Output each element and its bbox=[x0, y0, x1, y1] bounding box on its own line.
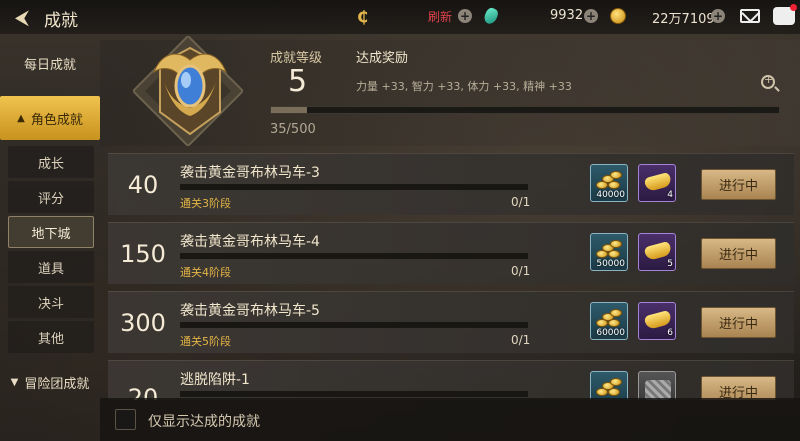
sidebar-sub-rating[interactable]: 评分 bbox=[8, 181, 94, 213]
ingot-reward[interactable]: 6 bbox=[638, 302, 676, 340]
ingot-count: 5 bbox=[667, 259, 673, 269]
in-progress-button[interactable]: 进行中 bbox=[701, 238, 776, 269]
achievement-row: 150 袭击黄金哥布林马车-4 通关4阶段 0/1 50000 5 进行中 bbox=[108, 222, 794, 284]
sidebar-sub-label: 评分 bbox=[37, 191, 64, 207]
gold-amount: 50000 bbox=[596, 259, 625, 269]
achievement-row: 300 袭击黄金哥布林马车-5 通关5阶段 0/1 60000 6 进行中 bbox=[108, 291, 794, 353]
level-value: 5 bbox=[288, 64, 308, 99]
achievement-points: 40 bbox=[127, 171, 159, 199]
sidebar-sub-other[interactable]: 其他 bbox=[8, 321, 94, 353]
back-button[interactable]: ⮜ bbox=[8, 5, 36, 29]
gold-coins-icon bbox=[596, 240, 622, 260]
sidebar-item-daily[interactable]: 每日成就 bbox=[0, 43, 100, 83]
achievement-points: 150 bbox=[120, 240, 166, 268]
sidebar-item-adventure[interactable]: ▼ 冒险团成就 bbox=[0, 362, 100, 402]
sidebar-sub-label: 决斗 bbox=[37, 296, 64, 312]
gold-amount: 40000 bbox=[596, 190, 625, 200]
show-completed-checkbox[interactable] bbox=[115, 409, 136, 430]
sidebar-item-label: 冒险团成就 bbox=[24, 376, 90, 392]
sidebar-sub-dungeon[interactable]: 地下城 bbox=[8, 216, 94, 248]
sidebar-sub-label: 道具 bbox=[37, 261, 64, 277]
refresh-plus-icon[interactable]: + bbox=[458, 9, 472, 23]
ingot-reward[interactable]: 4 bbox=[638, 164, 676, 202]
page-title: 成就 bbox=[44, 11, 78, 31]
material-icon bbox=[645, 380, 671, 400]
notification-dot bbox=[790, 4, 797, 11]
achievement-progress-bar bbox=[180, 253, 528, 259]
achievement-condition: 通关5阶段 bbox=[180, 335, 231, 348]
level-progress-bar bbox=[270, 106, 780, 114]
gold-coins-icon bbox=[596, 309, 622, 329]
achievement-progress-bar bbox=[180, 184, 528, 190]
achievement-progress-bar bbox=[180, 322, 528, 328]
level-progress-text: 35/500 bbox=[270, 122, 316, 137]
achievement-row: 20 逃脱陷阱-1 进行中 bbox=[108, 360, 794, 400]
gold-amount: 60000 bbox=[596, 328, 625, 338]
sidebar-sub-growth[interactable]: 成长 bbox=[8, 146, 94, 178]
achievement-title: 逃脱陷阱-1 bbox=[180, 372, 250, 388]
in-progress-button[interactable]: 进行中 bbox=[701, 307, 776, 338]
in-progress-button[interactable]: 进行中 bbox=[701, 376, 776, 400]
reward-label: 达成奖励 bbox=[356, 51, 409, 66]
achievement-count: 0/1 bbox=[511, 195, 531, 209]
ingot-count: 6 bbox=[667, 328, 673, 338]
material-reward[interactable] bbox=[638, 371, 676, 400]
mail-icon[interactable] bbox=[740, 9, 760, 23]
sidebar-sub-label: 地下城 bbox=[31, 226, 71, 242]
refresh-label[interactable]: 刷新 bbox=[428, 8, 452, 25]
ingot-count: 4 bbox=[667, 190, 673, 200]
chevron-up-icon: ▲ bbox=[17, 112, 25, 124]
show-completed-label: 仅显示达成的成就 bbox=[148, 414, 260, 430]
chevron-down-icon: ▼ bbox=[10, 376, 19, 388]
sidebar-item-label: 每日成就 bbox=[23, 57, 76, 73]
currency-2-value: 22万7109 bbox=[652, 12, 715, 27]
zoom-in-icon[interactable] bbox=[761, 73, 775, 89]
sidebar-item-label: 角色成就 bbox=[30, 112, 83, 128]
achievement-count: 0/1 bbox=[511, 333, 531, 347]
back-arrow-icon: ⮜ bbox=[14, 5, 30, 29]
reward-stats: 力量 +33, 智力 +33, 体力 +33, 精神 +33 bbox=[356, 80, 572, 93]
c-currency-icon[interactable]: ₵ bbox=[357, 7, 368, 26]
gold-coins-icon bbox=[596, 171, 622, 191]
sidebar-sub-duel[interactable]: 决斗 bbox=[8, 286, 94, 318]
achievement-points: 300 bbox=[120, 309, 166, 337]
in-progress-button[interactable]: 进行中 bbox=[701, 169, 776, 200]
level-progress-fill bbox=[271, 107, 307, 113]
achievement-progress-bar bbox=[180, 391, 528, 397]
coin-icon bbox=[610, 8, 626, 24]
sidebar-sub-label: 成长 bbox=[37, 156, 64, 172]
achievement-title: 袭击黄金哥布林马车-4 bbox=[180, 234, 320, 250]
gold-reward[interactable]: 50000 bbox=[590, 233, 628, 271]
currency-1-plus-icon[interactable]: + bbox=[584, 9, 598, 23]
achievement-row: 40 袭击黄金哥布林马车-3 通关3阶段 0/1 40000 4 进行中 bbox=[108, 153, 794, 215]
achievement-emblem-icon bbox=[152, 46, 228, 136]
sidebar-sub-label: 其他 bbox=[37, 331, 64, 347]
achievement-condition: 通关3阶段 bbox=[180, 197, 231, 210]
achievement-count: 0/1 bbox=[511, 264, 531, 278]
currency-2-plus-icon[interactable]: + bbox=[711, 9, 725, 23]
gold-reward[interactable] bbox=[590, 371, 628, 400]
achievement-title: 袭击黄金哥布林马车-3 bbox=[180, 165, 320, 181]
achievement-points: 20 bbox=[127, 384, 159, 400]
sidebar-item-character[interactable]: ▲ 角色成就 bbox=[0, 96, 100, 140]
currency-1-value: 9932 bbox=[550, 8, 584, 23]
gold-reward[interactable]: 60000 bbox=[590, 302, 628, 340]
achievement-condition: 通关4阶段 bbox=[180, 266, 231, 279]
achievement-title: 袭击黄金哥布林马车-5 bbox=[180, 303, 320, 319]
sidebar-sub-items[interactable]: 道具 bbox=[8, 251, 94, 283]
ingot-reward[interactable]: 5 bbox=[638, 233, 676, 271]
gold-coins-icon bbox=[596, 378, 622, 398]
gold-reward[interactable]: 40000 bbox=[590, 164, 628, 202]
